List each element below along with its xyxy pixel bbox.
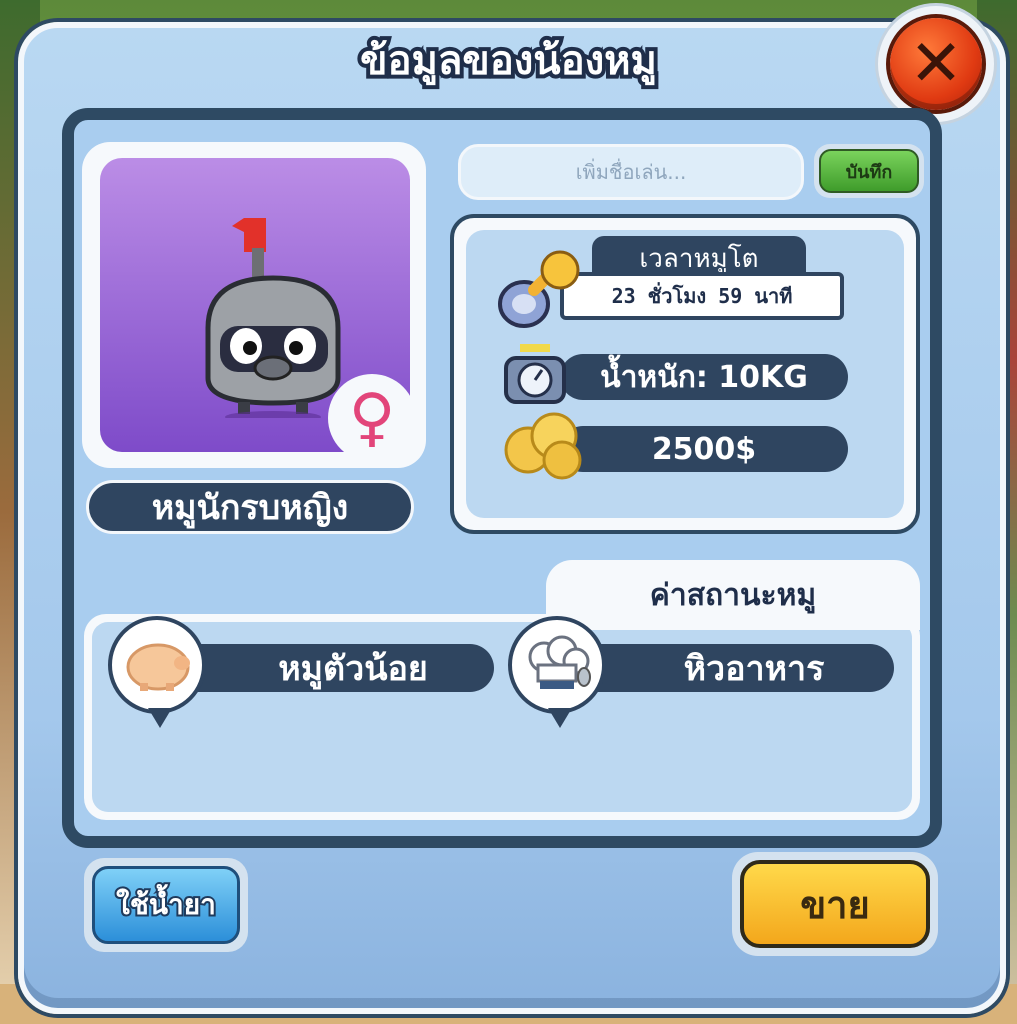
pig-name-badge: หมูนักรบหญิง xyxy=(86,480,414,534)
chef-hat-icon xyxy=(508,616,606,728)
pacifier-icon xyxy=(498,250,580,328)
nickname-input[interactable]: เพิ่มชื่อเล่น... xyxy=(458,144,804,200)
status-hunger-bar: หิวอาหาร xyxy=(574,644,894,692)
coins-icon xyxy=(504,412,582,480)
warrior-pig-icon xyxy=(205,218,341,418)
female-icon: ♀ xyxy=(328,374,416,462)
sell-button[interactable]: ขาย xyxy=(732,852,938,956)
close-x-icon[interactable]: ✕ xyxy=(890,18,982,110)
save-button-label: บันทึก xyxy=(819,149,919,193)
dialog-title: ข้อมูลของน้องหมู xyxy=(356,34,661,88)
scale-icon xyxy=(504,344,566,404)
use-medicine-label: ใช้น้ำยา xyxy=(92,866,240,944)
status-header: ค่าสถานะหมู xyxy=(546,560,920,630)
weight-bar: น้ำหนัก: 10KG xyxy=(560,354,848,400)
sell-label: ขาย xyxy=(740,860,930,948)
piglet-icon xyxy=(108,616,206,728)
status-age-bar: หมูตัวน้อย xyxy=(172,644,494,692)
close-button[interactable]: ✕ xyxy=(878,6,994,122)
save-button[interactable]: บันทึก xyxy=(814,144,924,198)
use-medicine-button[interactable]: ใช้น้ำยา xyxy=(84,858,248,952)
growth-time-value: 23 ชั่วโมง 59 นาที xyxy=(560,272,844,320)
price-bar: 2500$ xyxy=(560,426,848,472)
